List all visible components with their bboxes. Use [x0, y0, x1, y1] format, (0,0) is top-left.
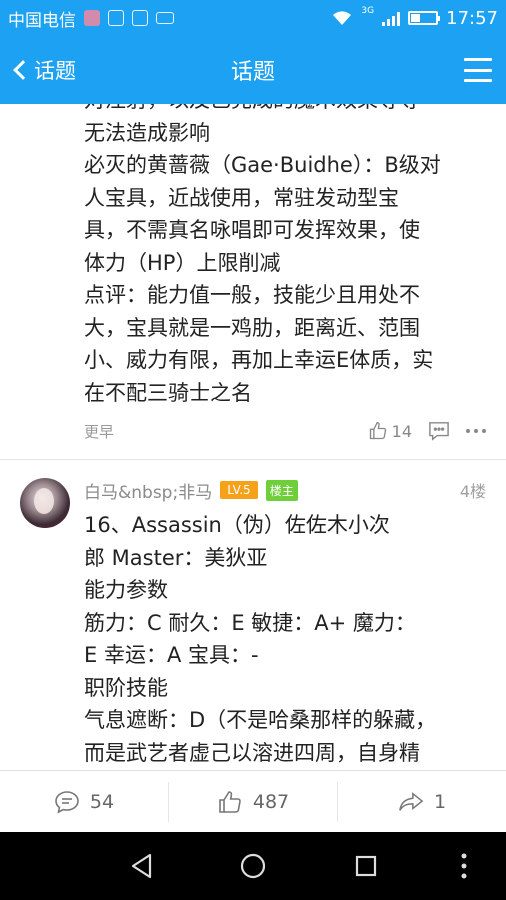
- home-circle-icon[interactable]: [213, 832, 293, 900]
- text-line: 具，不需真名咏唱即可发挥效果，使: [84, 218, 420, 242]
- post-2-header: 白马&nbsp;非马 LV.5 楼主 4楼: [84, 478, 486, 503]
- text-line: 无法造成影响: [84, 120, 210, 145]
- thumbs-up-icon: [369, 421, 386, 440]
- more-options-icon[interactable]: [466, 429, 486, 433]
- post-1-body: 对注射，以及已完成的魔术效果等等无法造成影响必灭的黄蔷薇（Gae·Buidhe）…: [84, 104, 484, 409]
- text-line: 16、Assassin（伪）佐佐木小次: [84, 513, 390, 537]
- like-button[interactable]: 487: [168, 781, 337, 822]
- floor-number: 4楼: [459, 482, 486, 501]
- text-line: 在不配三骑士之名: [84, 380, 252, 405]
- action-bar: 54 487 1: [0, 770, 506, 832]
- level-badge: LV.5: [220, 481, 258, 499]
- text-line: E 幸运：A 宝具：-: [84, 643, 259, 667]
- text-line: 必灭的黄蔷薇（Gae·Buidhe）：B级对: [84, 153, 441, 177]
- thumbs-up-icon: [219, 790, 241, 813]
- back-triangle-icon[interactable]: [102, 832, 182, 900]
- hamburger-icon[interactable]: [464, 58, 492, 82]
- text-line: 郎 Master：美狄亚: [84, 545, 268, 570]
- overflow-menu-icon[interactable]: [424, 832, 504, 900]
- text-line: 而是武艺者虚己以溶进四周，自身精: [84, 740, 420, 765]
- text-line: 小、威力有限，再加上幸运E体质，实: [84, 348, 434, 372]
- text-line: 点评：能力值一般，技能少且用处不: [84, 283, 420, 307]
- network-type-label: 3G: [361, 6, 375, 16]
- app-notification-icon: [132, 10, 148, 26]
- text-line: 人宝具，近战使用，常驻发动型宝: [84, 185, 399, 210]
- divider: [0, 459, 506, 460]
- post-1-meta: 更早 14: [84, 417, 486, 445]
- system-nav-bar: [0, 832, 506, 900]
- text-line: 职阶技能: [84, 675, 168, 700]
- back-button[interactable]: 话题: [10, 36, 76, 104]
- back-label: 话题: [34, 59, 76, 83]
- status-bar: 中国电信 3G 17:57: [0, 0, 506, 36]
- text-line: 气息遮断：D（不是哈桑那样的躲藏，: [84, 708, 437, 732]
- post-1-time: 更早: [84, 422, 115, 441]
- carrier-label: 中国电信: [8, 10, 76, 31]
- text-line: 大，宝具就是一鸡肋，距离近、范围: [84, 315, 420, 340]
- wifi-icon: [332, 11, 354, 25]
- chevron-left-icon: [13, 60, 33, 80]
- shares-count: 1: [433, 790, 447, 813]
- recents-square-icon[interactable]: [326, 832, 406, 900]
- signal-icon: [382, 10, 401, 26]
- host-badge: 楼主: [265, 479, 298, 501]
- nav-bar: 话题 话题: [0, 36, 506, 104]
- comments-button[interactable]: 54: [0, 782, 168, 822]
- share-button[interactable]: 1: [337, 781, 506, 822]
- thread-content[interactable]: 对注射，以及已完成的魔术效果等等无法造成影响必灭的黄蔷薇（Gae·Buidhe）…: [0, 104, 506, 770]
- comments-count: 54: [89, 790, 115, 813]
- text-line: 筋力：C 耐久：E 敏捷：A+ 魔力：: [84, 610, 416, 635]
- text-line: 体力（HP）上限削减: [84, 250, 281, 275]
- comment-icon[interactable]: [428, 421, 450, 441]
- share-icon: [399, 791, 424, 811]
- post-1-like-button[interactable]: 14: [368, 421, 412, 441]
- username[interactable]: 白马&nbsp;非马: [84, 478, 212, 503]
- gallery-icon: [108, 10, 124, 26]
- likes-count: 487: [252, 790, 290, 813]
- notification-icon: [84, 10, 100, 26]
- text-line: 对注射，以及已完成的魔术效果等等: [84, 104, 484, 117]
- battery-icon: [408, 11, 441, 25]
- clock: 17:57: [446, 7, 498, 29]
- avatar[interactable]: [20, 478, 70, 528]
- post-1-like-count: 14: [391, 421, 412, 441]
- keyboard-icon: [156, 12, 174, 24]
- post-2-body: 16、Assassin（伪）佐佐木小次郎 Master：美狄亚 能力参数筋力：C …: [84, 509, 484, 769]
- comment-icon: [55, 790, 79, 813]
- text-line: 能力参数: [84, 578, 168, 602]
